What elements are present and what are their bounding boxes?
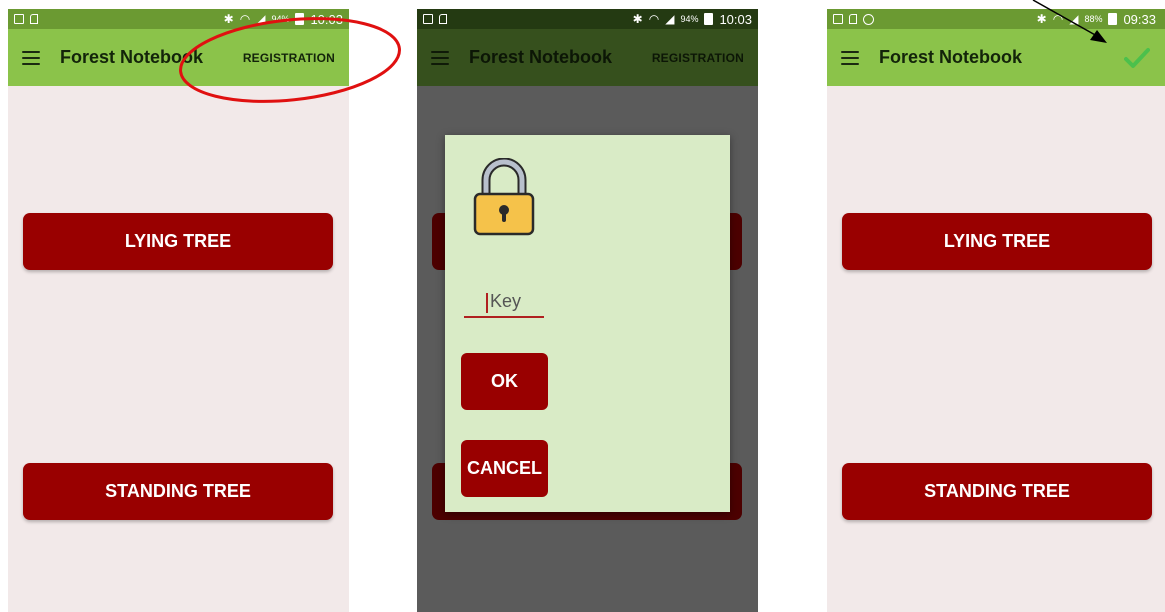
battery-charging-icon [1108, 13, 1118, 25]
registration-button[interactable]: REGISTRATION [243, 51, 335, 65]
standing-tree-button[interactable]: STANDING TREE [842, 463, 1152, 520]
battery-percent: 94% [271, 14, 290, 24]
sim-notification-icon [849, 14, 857, 24]
app-bar: Forest Notebook REGISTRATION [417, 29, 758, 86]
clock: 10:03 [310, 11, 343, 27]
registration-dialog: Key OK CANCEL [445, 135, 730, 512]
standing-tree-button[interactable]: STANDING TREE [23, 463, 333, 520]
text-cursor [486, 293, 488, 313]
ok-button[interactable]: OK [461, 353, 548, 410]
phone-screen-registration-dialog: ✱ ◠ ◢ 94% 10:03 Forest Notebook REGISTRA… [417, 9, 758, 612]
phone-screen-registered: ✱ ◠ ◢ 88% 09:33 Forest Notebook LYING TR… [827, 9, 1165, 612]
checkmark-icon[interactable] [1124, 47, 1150, 69]
sim-notification-icon [439, 14, 447, 24]
bluetooth-icon: ✱ [223, 12, 234, 26]
bluetooth-icon: ✱ [632, 12, 643, 26]
menu-icon [431, 50, 449, 65]
sync-notification-icon [863, 13, 874, 25]
signal-icon: ◢ [665, 12, 675, 26]
bluetooth-icon: ✱ [1036, 12, 1047, 26]
gallery-notification-icon [833, 14, 843, 24]
wifi-icon: ◠ [239, 12, 251, 26]
menu-icon[interactable] [22, 50, 40, 65]
wifi-icon: ◠ [648, 12, 660, 26]
clock: 10:03 [719, 11, 752, 27]
app-title: Forest Notebook [879, 47, 1023, 67]
clock: 09:33 [1123, 11, 1156, 27]
gallery-notification-icon [14, 14, 24, 24]
battery-icon [704, 13, 714, 25]
status-bar: ✱ ◠ ◢ 94% 10:03 [8, 9, 349, 29]
signal-icon: ◢ [256, 12, 266, 26]
battery-percent: 88% [1084, 14, 1103, 24]
status-bar: ✱ ◠ ◢ 88% 09:33 [827, 9, 1165, 29]
gallery-notification-icon [423, 14, 433, 24]
lock-icon [473, 158, 535, 236]
sim-notification-icon [30, 14, 38, 24]
app-bar: Forest Notebook [827, 29, 1165, 86]
app-title: Forest Notebook [60, 47, 204, 67]
registration-button: REGISTRATION [651, 50, 744, 65]
key-placeholder: Key [490, 291, 522, 311]
phone-screen-home: ✱ ◠ ◢ 94% 10:03 Forest Notebook REGISTRA… [8, 9, 349, 612]
signal-icon: ◢ [1069, 12, 1079, 26]
status-bar: ✱ ◠ ◢ 94% 10:03 [417, 9, 758, 29]
app-title: Forest Notebook [469, 47, 613, 67]
key-input[interactable]: Key [464, 290, 544, 318]
app-bar: Forest Notebook REGISTRATION [8, 29, 349, 86]
menu-icon[interactable] [841, 50, 859, 65]
cancel-button[interactable]: CANCEL [461, 440, 548, 497]
battery-icon [295, 13, 305, 25]
lying-tree-button[interactable]: LYING TREE [23, 213, 333, 270]
battery-percent: 94% [680, 14, 699, 24]
lying-tree-button[interactable]: LYING TREE [842, 213, 1152, 270]
wifi-icon: ◠ [1052, 12, 1064, 26]
